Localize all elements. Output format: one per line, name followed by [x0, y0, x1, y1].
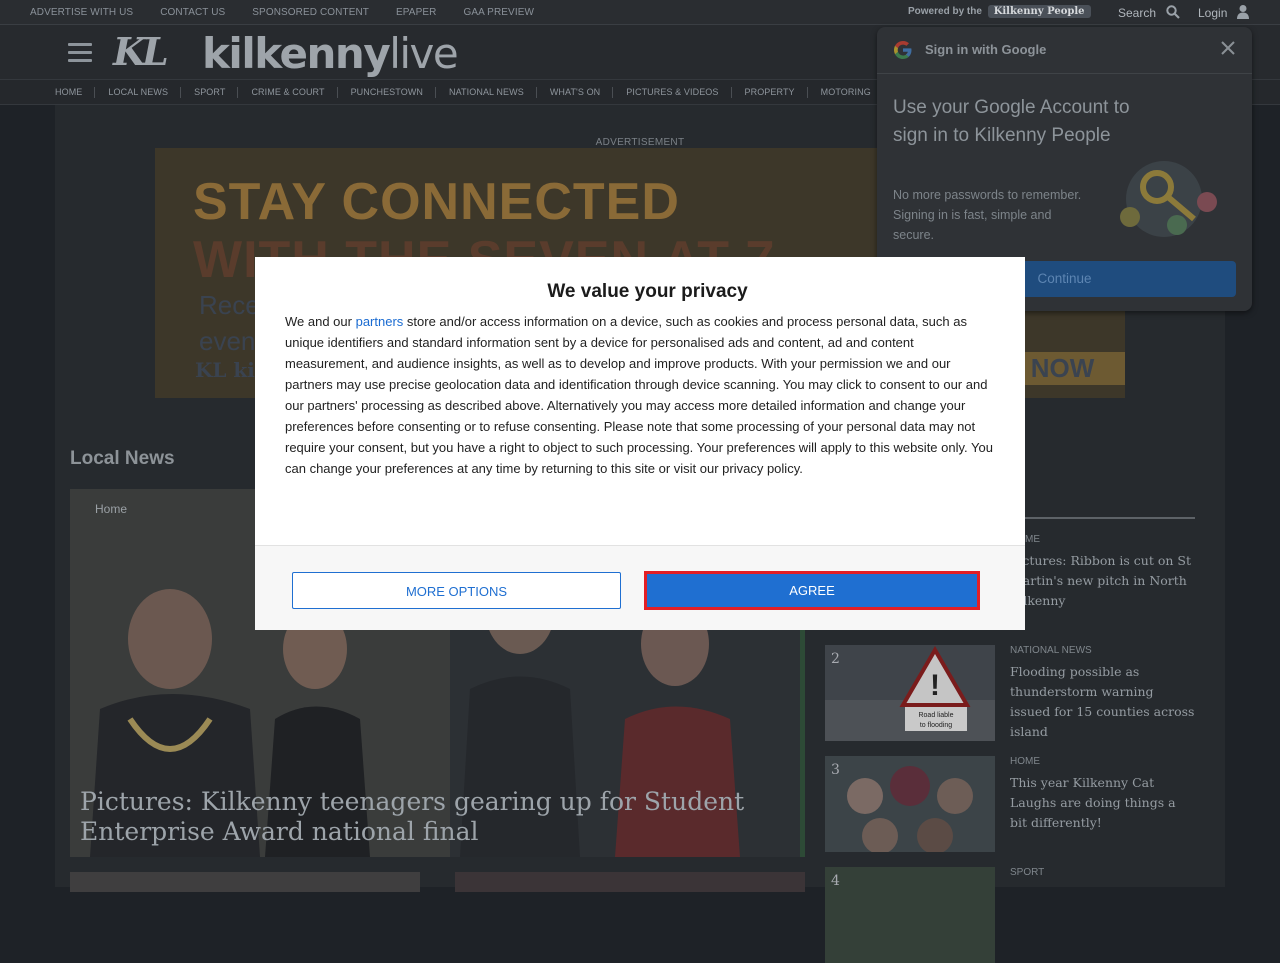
nav-item-crime-court[interactable]: CRIME & COURT: [251, 86, 338, 98]
sidebar-rank: 2: [831, 651, 840, 667]
consent-footer: MORE OPTIONS AGREE: [255, 546, 1025, 630]
utility-link-epaper[interactable]: EPAPER: [396, 7, 436, 18]
hamburger-menu-icon[interactable]: [68, 43, 92, 63]
google-signin-body: No more passwords to remember. Signing i…: [893, 188, 1082, 242]
user-icon[interactable]: [1236, 4, 1250, 20]
menu-line: [68, 59, 92, 62]
sidebar-title[interactable]: Pictures: Ribbon is cut on St Martin's n…: [1010, 551, 1195, 611]
sidebar-thumbnail: ! Road liable to flooding: [825, 645, 995, 741]
utility-link-gaa-preview[interactable]: GAA PREVIEW: [463, 7, 534, 18]
more-options-button[interactable]: MORE OPTIONS: [292, 572, 621, 609]
article-thumbnail[interactable]: [455, 872, 805, 892]
partners-link[interactable]: partners: [356, 314, 404, 329]
sidebar-category[interactable]: SPORT: [1010, 867, 1044, 878]
powered-by-badge[interactable]: Powered by the Kilkenny People: [908, 5, 1091, 18]
sidebar-title[interactable]: Flooding possible as thunderstorm warnin…: [1010, 662, 1195, 742]
google-signin-header-text: Sign in with Google: [925, 42, 1047, 57]
hero-title[interactable]: Pictures: Kilkenny teenagers gearing up …: [80, 787, 780, 847]
nav-item-local-news[interactable]: LOCAL NEWS: [108, 86, 182, 98]
nav-items: HOME LOCAL NEWS SPORT CRIME & COURT PUNC…: [55, 80, 897, 104]
sidebar-article[interactable]: ! Road liable to flooding 2 NATIONAL NEW…: [825, 645, 1195, 741]
key-illustration-icon: [1120, 161, 1217, 237]
login-link[interactable]: Login: [1198, 6, 1227, 20]
utility-link-advertise[interactable]: ADVERTISE WITH US: [30, 7, 133, 18]
ad-body-line-1: Rece: [199, 290, 260, 320]
google-signin-header: Sign in with Google: [877, 27, 1252, 74]
agree-button[interactable]: AGREE: [644, 571, 980, 610]
sidebar-rank: 3: [831, 762, 840, 778]
consent-dialog: We value your privacy We and our partner…: [255, 257, 1025, 630]
consent-text-intro: We and our: [285, 314, 356, 329]
google-signin-title: Use your Google Account to sign in to Ki…: [893, 97, 1130, 146]
utility-links: ADVERTISE WITH US CONTACT US SPONSORED C…: [30, 0, 561, 24]
nav-item-motoring[interactable]: MOTORING: [821, 86, 884, 98]
menu-line: [68, 51, 92, 54]
nav-item-home[interactable]: HOME: [55, 86, 96, 98]
consent-text: We and our partners store and/or access …: [285, 311, 1000, 479]
sidebar-thumbnail: [825, 867, 995, 963]
menu-line: [68, 43, 92, 46]
nav-item-pictures-videos[interactable]: PICTURES & VIDEOS: [626, 86, 732, 98]
site-logo-wordmark[interactable]: kilkennylive: [202, 29, 459, 78]
svg-text:to flooding: to flooding: [920, 722, 952, 729]
powered-by-brand: Kilkenny People: [987, 5, 1091, 18]
utility-bar: ADVERTISE WITH US CONTACT US SPONSORED C…: [0, 0, 1280, 25]
nav-item-punchestown[interactable]: PUNCHESTOWN: [351, 86, 437, 98]
powered-by-text: Powered by the: [908, 6, 982, 17]
nav-item-property[interactable]: PROPERTY: [745, 86, 808, 98]
ad-headline-1: STAY CONNECTED: [193, 173, 680, 231]
nav-item-whats-on[interactable]: WHAT'S ON: [550, 86, 614, 98]
nav-item-national-news[interactable]: NATIONAL NEWS: [449, 86, 537, 98]
ad-body-line-2: even: [199, 326, 256, 356]
nav-item-sport[interactable]: SPORT: [194, 86, 239, 98]
search-link[interactable]: Search: [1118, 6, 1156, 20]
hero-category[interactable]: Home: [95, 502, 127, 516]
utility-link-contact[interactable]: CONTACT US: [160, 7, 225, 18]
svg-text:Road liable: Road liable: [918, 712, 953, 719]
logo-word-light: live: [389, 29, 459, 78]
sidebar-category[interactable]: HOME: [1010, 756, 1040, 767]
consent-text-body: store and/or access information on a dev…: [285, 314, 993, 476]
section-title-local-news[interactable]: Local News: [70, 448, 175, 470]
google-g-icon: [894, 41, 912, 59]
utility-link-sponsored[interactable]: SPONSORED CONTENT: [252, 7, 369, 18]
search-icon[interactable]: [1166, 5, 1180, 19]
sidebar-title[interactable]: This year Kilkenny Cat Laughs are doing …: [1010, 773, 1195, 833]
sidebar-article[interactable]: 3 HOME This year Kilkenny Cat Laughs are…: [825, 756, 1195, 852]
logo-word-bold: kilkenny: [202, 29, 391, 78]
sidebar-category[interactable]: NATIONAL NEWS: [1010, 645, 1092, 656]
site-logo-initials[interactable]: KL: [113, 29, 169, 74]
close-icon[interactable]: [1221, 41, 1235, 55]
sidebar-article[interactable]: 4 SPORT: [825, 867, 1195, 963]
consent-title: We value your privacy: [547, 281, 748, 302]
svg-text:!: !: [930, 669, 940, 702]
article-thumbnail[interactable]: [70, 872, 420, 892]
sidebar-thumbnail: [825, 756, 995, 852]
